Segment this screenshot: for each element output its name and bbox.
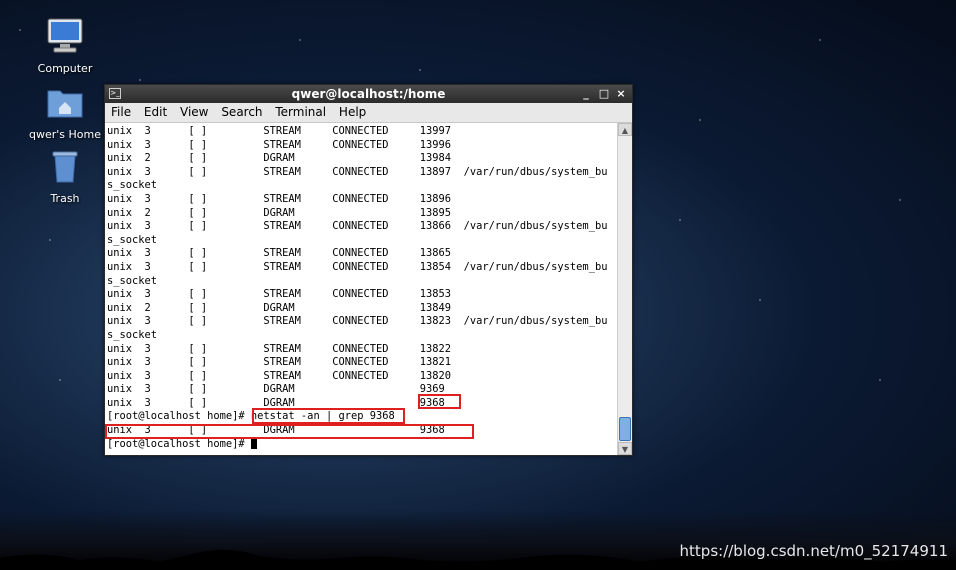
terminal-prompt: [root@localhost home]# xyxy=(107,437,251,450)
terminal-line: unix 3 [ ] STREAM CONNECTED 13866 /var/r… xyxy=(107,220,608,233)
watermark-text: https://blog.csdn.net/m0_52174911 xyxy=(679,542,948,560)
terminal-line: unix 2 [ ] DGRAM 13849 xyxy=(107,301,452,314)
terminal-line: unix 3 [ ] STREAM CONNECTED 13822 xyxy=(107,342,452,355)
terminal-line: unix 2 [ ] DGRAM 13895 xyxy=(107,206,452,219)
terminal-line: unix 3 [ ] STREAM CONNECTED 13996 xyxy=(107,138,452,151)
terminal-line: s_socket xyxy=(107,274,158,287)
home-folder-icon xyxy=(47,90,83,118)
maximize-button[interactable]: □ xyxy=(596,85,612,103)
terminal-line: unix 3 [ ] STREAM CONNECTED 13854 /var/r… xyxy=(107,260,608,273)
menu-edit[interactable]: Edit xyxy=(144,105,167,119)
close-button[interactable]: × xyxy=(613,85,629,103)
terminal-window: >_ qwer@localhost:/home _ □ × File Edit … xyxy=(104,84,633,456)
terminal-line: unix 3 [ ] STREAM CONNECTED 13896 xyxy=(107,192,452,205)
scroll-down-arrow-icon[interactable]: ▼ xyxy=(618,442,632,455)
vertical-scrollbar[interactable]: ▲ ▼ xyxy=(617,123,632,455)
menu-bar: File Edit View Search Terminal Help xyxy=(105,103,632,123)
terminal-line: unix 3 [ ] STREAM CONNECTED 13865 xyxy=(107,247,452,260)
scroll-up-arrow-icon[interactable]: ▲ xyxy=(618,123,632,136)
menu-view[interactable]: View xyxy=(180,105,208,119)
terminal-line: unix 3 [ ] STREAM CONNECTED 13820 xyxy=(107,369,452,382)
desktop-icon-label: Trash xyxy=(50,192,80,205)
highlight-box-command xyxy=(252,408,405,424)
terminal-line: unix 2 [ ] DGRAM 13984 xyxy=(107,152,452,165)
window-title: qwer@localhost:/home xyxy=(291,87,446,101)
terminal-line: unix 3 [ ] STREAM CONNECTED 13897 /var/r… xyxy=(107,165,608,178)
terminal-line: unix 3 [ ] STREAM CONNECTED 13997 xyxy=(107,125,452,137)
terminal-line: unix 3 [ ] STREAM CONNECTED 13853 xyxy=(107,288,452,301)
terminal-output[interactable]: unix 3 [ ] STREAM CONNECTED 13997 unix 3… xyxy=(105,123,617,455)
desktop-icon-computer[interactable]: Computer xyxy=(27,16,103,75)
terminal-line: unix 3 [ ] STREAM CONNECTED 13821 xyxy=(107,356,452,369)
terminal-line: unix 3 [ ] DGRAM 9369 xyxy=(107,383,445,396)
terminal-icon: >_ xyxy=(109,88,121,99)
highlight-box-9368 xyxy=(418,394,461,409)
menu-file[interactable]: File xyxy=(111,105,131,119)
trash-icon xyxy=(52,151,78,183)
desktop-icon-trash[interactable]: Trash xyxy=(27,146,103,205)
desktop-icon-label: qwer's Home xyxy=(28,128,101,141)
terminal-prompt-line: [root@localhost home]# xyxy=(107,437,617,452)
scrollbar-thumb[interactable] xyxy=(619,417,631,441)
text-cursor xyxy=(250,437,257,449)
terminal-line: s_socket xyxy=(107,328,158,341)
terminal-line: unix 3 [ ] STREAM CONNECTED 13823 /var/r… xyxy=(107,315,608,328)
minimize-button[interactable]: _ xyxy=(578,85,594,103)
terminal-line: s_socket xyxy=(107,233,158,246)
terminal-line: s_socket xyxy=(107,179,158,192)
desktop-icon-label: Computer xyxy=(37,62,93,75)
window-titlebar[interactable]: >_ qwer@localhost:/home _ □ × xyxy=(105,85,632,103)
desktop-icon-home[interactable]: qwer's Home xyxy=(27,82,103,141)
highlight-box-result xyxy=(105,424,474,439)
menu-search[interactable]: Search xyxy=(221,105,262,119)
menu-help[interactable]: Help xyxy=(339,105,366,119)
computer-icon xyxy=(47,18,83,53)
menu-terminal[interactable]: Terminal xyxy=(275,105,326,119)
